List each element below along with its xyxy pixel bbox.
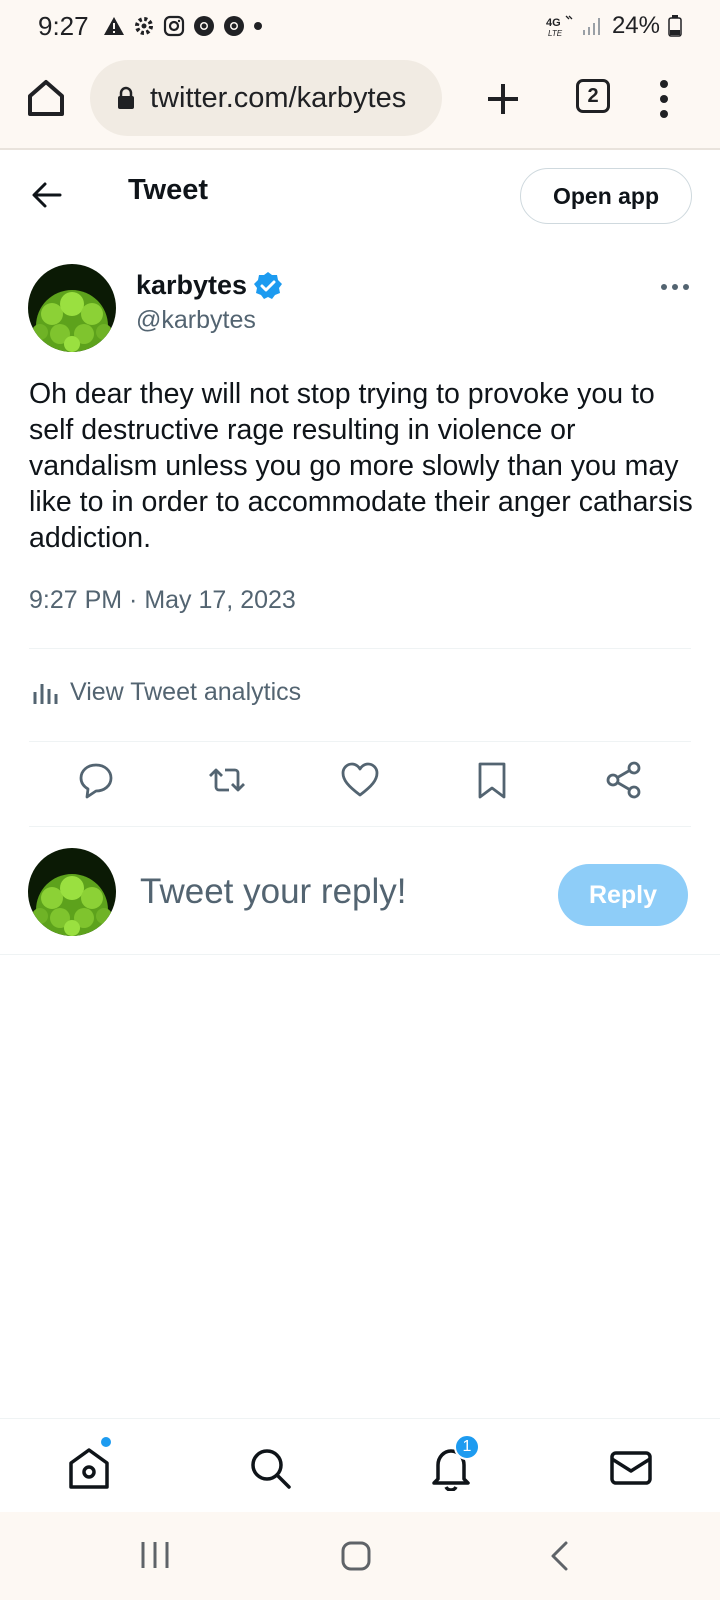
verified-badge-icon: [254, 271, 283, 299]
reply-icon[interactable]: [76, 760, 116, 800]
address-bar[interactable]: twitter.com/karbytes: [90, 60, 442, 136]
author-name-row[interactable]: karbytes: [136, 270, 283, 301]
page-title: Tweet: [128, 174, 209, 206]
instagram-icon: [163, 15, 184, 37]
bookmark-icon[interactable]: [472, 760, 512, 800]
divider: [0, 954, 720, 955]
reply-input[interactable]: Tweet your reply!: [140, 872, 407, 912]
status-right: 4G LTE 24%: [546, 12, 682, 40]
battery-percent: 24%: [611, 12, 660, 39]
svg-text:LTE: LTE: [548, 29, 563, 38]
analytics-icon: [33, 683, 58, 704]
share-icon[interactable]: [604, 760, 644, 800]
chrome-icon: [223, 16, 244, 36]
view-analytics-link[interactable]: View Tweet analytics: [32, 678, 301, 707]
notification-icons: [103, 15, 263, 37]
settings-icon: [134, 17, 153, 35]
system-back-icon[interactable]: [548, 1540, 570, 1572]
retweet-icon[interactable]: [207, 760, 247, 800]
plus-icon[interactable]: [480, 76, 526, 122]
tweet-text: Oh dear they will not stop trying to pro…: [29, 378, 693, 554]
divider: [29, 826, 691, 827]
author-name[interactable]: karbytes: [136, 270, 247, 301]
battery-icon: [668, 15, 682, 37]
system-navigation-bar: [0, 1512, 720, 1600]
current-user-avatar[interactable]: [28, 848, 116, 936]
back-arrow-icon[interactable]: [30, 178, 64, 212]
status-bar: 9:27 4G LTE 24%: [0, 0, 720, 52]
divider: [29, 741, 691, 742]
new-content-dot: [101, 1437, 111, 1447]
browser-toolbar: twitter.com/karbytes 2: [0, 52, 720, 150]
tweet-timestamp[interactable]: 9:27 PM · May 17, 2023: [29, 586, 296, 615]
search-icon[interactable]: [247, 1445, 293, 1491]
messages-mail-icon[interactable]: [608, 1445, 654, 1491]
status-time: 9:27: [38, 10, 89, 41]
network-4g-lte-icon: 4GLTE: [546, 15, 573, 38]
url-text: twitter.com/karbytes: [150, 81, 407, 114]
more-notifications-dot-icon: [253, 22, 262, 30]
home-nav-icon[interactable]: [66, 1445, 112, 1491]
more-horizontal-icon[interactable]: [660, 280, 690, 294]
tweet-page-header: Tweet Open app: [0, 150, 720, 240]
chrome-icon: [193, 16, 214, 36]
like-heart-icon[interactable]: [340, 760, 380, 800]
signal-icon: [582, 18, 600, 35]
bottom-navigation: [0, 1418, 720, 1512]
open-app-button[interactable]: Open app: [520, 168, 692, 224]
tab-switcher-button[interactable]: 2: [576, 79, 610, 113]
recent-apps-icon[interactable]: [138, 1540, 172, 1570]
home-icon[interactable]: [24, 76, 68, 120]
system-home-icon[interactable]: [340, 1540, 372, 1572]
svg-text:4G: 4G: [546, 17, 561, 29]
notification-count-badge: 1: [454, 1434, 480, 1460]
author-handle[interactable]: @karbytes: [136, 306, 256, 335]
romanesco-image: [28, 264, 116, 352]
analytics-label: View Tweet analytics: [70, 678, 302, 706]
divider: [29, 648, 691, 649]
author-avatar[interactable]: [28, 264, 116, 352]
warning-icon: [103, 17, 124, 35]
more-vert-icon[interactable]: [654, 76, 674, 122]
romanesco-image: [28, 848, 116, 936]
tweet-actions: [0, 760, 720, 810]
reply-button[interactable]: Reply: [558, 864, 688, 926]
lock-icon: [118, 86, 134, 109]
